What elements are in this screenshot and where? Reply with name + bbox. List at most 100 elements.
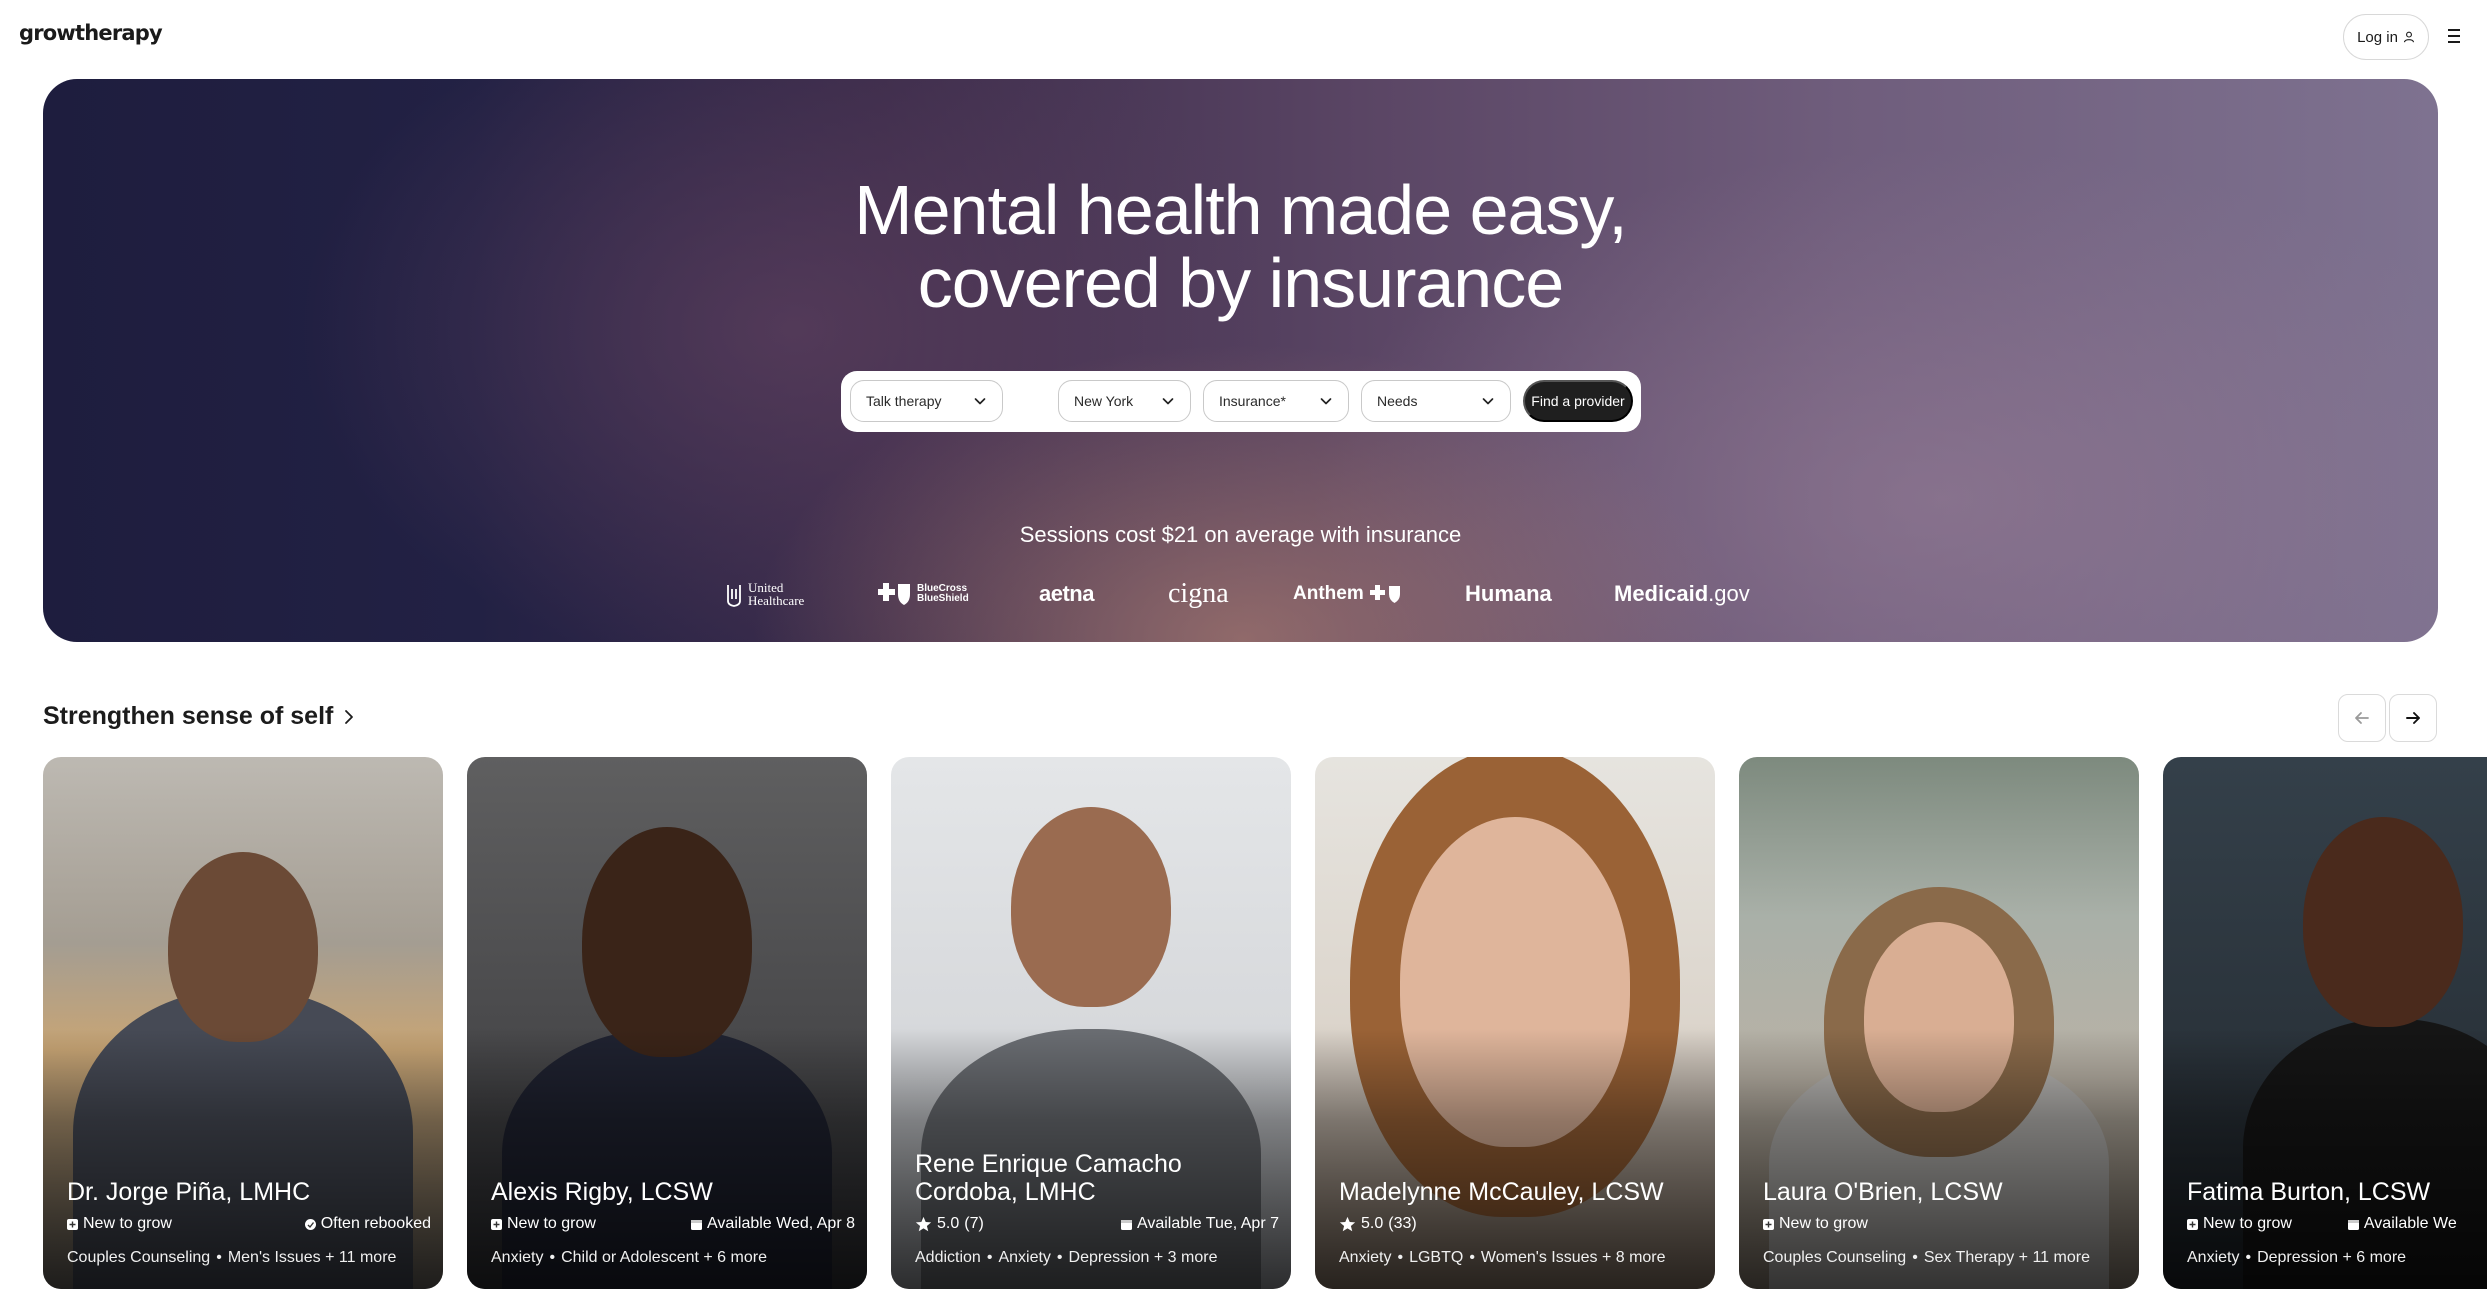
medicaid-bold: Medicaid [1614,581,1709,606]
rating-count: (7) [964,1215,984,1232]
tag-separator: • [1912,1249,1918,1266]
growtherapy-logo[interactable]: growtherapy [19,21,163,45]
provider-card[interactable]: Madelynne McCauley, LCSW 5.0 (33) Anxiet… [1315,757,1715,1289]
provider-badges: New to grow [1763,1215,2127,1233]
hero-banner: Mental health made easy, covered by insu… [43,79,2438,642]
hamburger-menu-icon[interactable] [2445,25,2465,47]
tag: Women's Issues + 8 more [1480,1249,1666,1266]
provider-info: Dr. Jorge Piña, LMHC New to grow Often r… [67,1178,431,1267]
rating-badge: 5.0 (7) [915,1215,984,1233]
rating-count: (33) [1388,1215,1417,1232]
specialty-tags: Anxiety • Child or Adolescent + 6 more [491,1249,855,1267]
bluecross-blueshield-logo: BlueCross BlueShield [878,574,969,614]
find-provider-button[interactable]: Find a provider [1523,380,1633,422]
provider-card[interactable]: Fatima Burton, LCSW New to grow Availabl… [2163,757,2487,1289]
tag-separator: • [1397,1249,1404,1266]
plus-square-icon [2187,1218,2198,1230]
badge-text: Available Tue, Apr 7 [1136,1215,1279,1232]
plus-square-icon [67,1218,78,1230]
rating-value: 5.0 [937,1215,960,1232]
united-line-2: Healthcare [748,593,805,608]
provider-badges: New to grow Often rebooked [67,1215,431,1233]
login-button[interactable]: Log in [2343,14,2429,60]
arrow-left-icon [2355,712,2369,724]
arrow-right-icon [2406,712,2420,724]
hero-title-line-1: Mental health made easy, [854,171,1627,249]
provider-info: Madelynne McCauley, LCSW 5.0 (33) Anxiet… [1339,1178,1703,1267]
star-icon [1339,1216,1356,1231]
top-navigation: growtherapy Log in [0,0,2487,72]
bcbs-cross-shield-icon [878,583,910,605]
tag-separator: • [986,1249,993,1266]
specialty-tags: Anxiety • LGBTQ • Women's Issues + 8 more [1339,1249,1703,1267]
badge-text: New to grow [2203,1215,2292,1232]
provider-info: Rene Enrique Camacho Cordoba, LMHC 5.0 (… [915,1150,1279,1267]
rating-value: 5.0 [1361,1215,1384,1232]
tag: Addiction [915,1249,981,1266]
tag: Depression + 6 more [2257,1249,2407,1266]
provider-badges: 5.0 (33) [1339,1215,1703,1233]
star-icon [915,1216,932,1231]
section-title-link[interactable]: Strengthen sense of self [43,702,355,731]
rating-badge: 5.0 (33) [1339,1215,1417,1233]
provider-face [1011,807,1171,1007]
provider-card[interactable]: Laura O'Brien, LCSW New to grow Couples … [1739,757,2139,1289]
state-select[interactable]: New York [1058,380,1191,422]
provider-carousel: Dr. Jorge Piña, LMHC New to grow Often r… [0,757,2487,1289]
calendar-icon [691,1219,703,1230]
carousel-prev-button[interactable] [2338,694,2386,742]
provider-face [582,827,752,1057]
provider-face [168,852,318,1042]
provider-card[interactable]: Dr. Jorge Piña, LMHC New to grow Often r… [43,757,443,1289]
tag: Men's Issues + 11 more [227,1249,397,1266]
specialty-tags: Anxiety • Depression + 6 more [2187,1249,2487,1267]
badge-text: New to grow [1779,1215,1868,1232]
insurer-logos: United Healthcare BlueCross BlueShield a… [43,574,2438,614]
specialty-tags: Couples Counseling • Men's Issues + 11 mor… [67,1249,431,1267]
badge-text: Available We [2363,1215,2457,1232]
provider-badges: New to grow Available We [2187,1215,2487,1233]
tag-separator: • [1469,1249,1475,1266]
tag: Couples Counseling [1763,1249,1907,1266]
tag-separator: • [2245,1249,2252,1266]
provider-badges: New to grow Available Wed, Apr 8 [491,1215,855,1233]
often-rebooked-badge: Often rebooked [304,1215,431,1233]
provider-info: Laura O'Brien, LCSW New to grow Couples … [1763,1178,2127,1267]
plus-square-icon [491,1218,502,1230]
provider-name: Laura O'Brien, LCSW [1763,1178,2003,1206]
specialty-tags: Couples Counseling • Sex Therapy + 11 more [1763,1249,2127,1267]
new-to-grow-badge: New to grow [2187,1215,2292,1233]
chevron-down-icon [1162,398,1174,405]
badge-text: New to grow [507,1215,596,1232]
tag-separator: • [216,1249,222,1266]
hero-title-line-2: covered by insurance [917,244,1564,322]
tag: Sex Therapy + 11 more [1923,1249,2090,1266]
carousel-next-button[interactable] [2389,694,2437,742]
insurance-select[interactable]: Insurance* [1203,380,1349,422]
availability-badge: Available Wed, Apr 8 [691,1215,855,1233]
tag: Anxiety [1339,1249,1392,1266]
needs-select[interactable]: Needs [1361,380,1511,422]
cigna-logo: cigna [1168,578,1229,609]
provider-card[interactable]: Rene Enrique Camacho Cordoba, LMHC 5.0 (… [891,757,1291,1289]
provider-name: Rene Enrique Camacho Cordoba, LMHC [915,1150,1279,1206]
chevron-down-icon [974,398,986,405]
chevron-right-icon [345,709,354,724]
provider-card[interactable]: Alexis Rigby, LCSW New to grow Available… [467,757,867,1289]
tag: LGBTQ [1409,1249,1464,1266]
section-title-text: Strengthen sense of self [43,702,334,730]
needs-placeholder: Needs [1377,393,1418,409]
rebook-icon [304,1218,316,1230]
calendar-icon [2347,1219,2359,1230]
calendar-icon [1120,1219,1132,1230]
tag: Anxiety [998,1249,1051,1266]
provider-search-bar: Talk therapy New York Insurance* Needs F… [841,371,1641,432]
therapy-type-select[interactable]: Talk therapy [850,380,1003,422]
united-healthcare-icon [727,585,741,607]
specialty-tags: Addiction • Anxiety • Depression + 3 more [915,1249,1279,1267]
tag: Anxiety [491,1249,544,1266]
bcbs-line-2: BlueShield [917,593,969,604]
humana-logo: Humana [1465,581,1552,606]
united-healthcare-logo: United Healthcare [726,574,804,614]
tag: Anxiety [2187,1249,2240,1266]
